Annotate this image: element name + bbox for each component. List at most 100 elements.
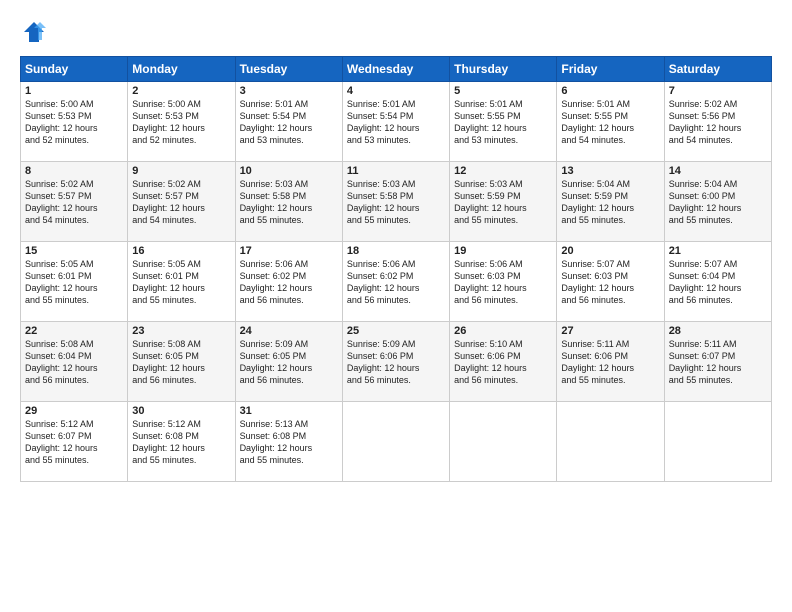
day-number: 19 <box>454 245 552 257</box>
col-header-saturday: Saturday <box>664 57 771 82</box>
calendar-cell: 7Sunrise: 5:02 AM Sunset: 5:56 PM Daylig… <box>664 82 771 162</box>
col-header-thursday: Thursday <box>450 57 557 82</box>
day-number: 27 <box>561 325 659 337</box>
day-number: 22 <box>25 325 123 337</box>
cell-info: Sunrise: 5:10 AM Sunset: 6:06 PM Dayligh… <box>454 338 552 387</box>
day-number: 25 <box>347 325 445 337</box>
day-number: 16 <box>132 245 230 257</box>
calendar-cell: 31Sunrise: 5:13 AM Sunset: 6:08 PM Dayli… <box>235 402 342 482</box>
col-header-sunday: Sunday <box>21 57 128 82</box>
calendar-cell: 19Sunrise: 5:06 AM Sunset: 6:03 PM Dayli… <box>450 242 557 322</box>
day-number: 26 <box>454 325 552 337</box>
day-number: 23 <box>132 325 230 337</box>
calendar-cell: 28Sunrise: 5:11 AM Sunset: 6:07 PM Dayli… <box>664 322 771 402</box>
col-header-monday: Monday <box>128 57 235 82</box>
calendar-cell: 14Sunrise: 5:04 AM Sunset: 6:00 PM Dayli… <box>664 162 771 242</box>
day-number: 4 <box>347 85 445 97</box>
day-number: 10 <box>240 165 338 177</box>
calendar-cell: 11Sunrise: 5:03 AM Sunset: 5:58 PM Dayli… <box>342 162 449 242</box>
page: SundayMondayTuesdayWednesdayThursdayFrid… <box>0 0 792 612</box>
calendar-cell: 3Sunrise: 5:01 AM Sunset: 5:54 PM Daylig… <box>235 82 342 162</box>
calendar-cell: 1Sunrise: 5:00 AM Sunset: 5:53 PM Daylig… <box>21 82 128 162</box>
cell-info: Sunrise: 5:07 AM Sunset: 6:03 PM Dayligh… <box>561 258 659 307</box>
calendar-cell: 5Sunrise: 5:01 AM Sunset: 5:55 PM Daylig… <box>450 82 557 162</box>
calendar-cell: 2Sunrise: 5:00 AM Sunset: 5:53 PM Daylig… <box>128 82 235 162</box>
cell-info: Sunrise: 5:13 AM Sunset: 6:08 PM Dayligh… <box>240 418 338 467</box>
col-header-friday: Friday <box>557 57 664 82</box>
day-number: 7 <box>669 85 767 97</box>
cell-info: Sunrise: 5:06 AM Sunset: 6:03 PM Dayligh… <box>454 258 552 307</box>
cell-info: Sunrise: 5:06 AM Sunset: 6:02 PM Dayligh… <box>347 258 445 307</box>
cell-info: Sunrise: 5:00 AM Sunset: 5:53 PM Dayligh… <box>25 98 123 147</box>
cell-info: Sunrise: 5:01 AM Sunset: 5:55 PM Dayligh… <box>561 98 659 147</box>
col-header-wednesday: Wednesday <box>342 57 449 82</box>
day-number: 6 <box>561 85 659 97</box>
calendar-cell: 22Sunrise: 5:08 AM Sunset: 6:04 PM Dayli… <box>21 322 128 402</box>
calendar-cell: 15Sunrise: 5:05 AM Sunset: 6:01 PM Dayli… <box>21 242 128 322</box>
calendar-cell: 30Sunrise: 5:12 AM Sunset: 6:08 PM Dayli… <box>128 402 235 482</box>
cell-info: Sunrise: 5:12 AM Sunset: 6:08 PM Dayligh… <box>132 418 230 467</box>
cell-info: Sunrise: 5:05 AM Sunset: 6:01 PM Dayligh… <box>25 258 123 307</box>
cell-info: Sunrise: 5:03 AM Sunset: 5:59 PM Dayligh… <box>454 178 552 227</box>
day-number: 21 <box>669 245 767 257</box>
calendar-cell <box>450 402 557 482</box>
day-number: 8 <box>25 165 123 177</box>
day-number: 14 <box>669 165 767 177</box>
col-header-tuesday: Tuesday <box>235 57 342 82</box>
calendar-cell: 18Sunrise: 5:06 AM Sunset: 6:02 PM Dayli… <box>342 242 449 322</box>
calendar: SundayMondayTuesdayWednesdayThursdayFrid… <box>20 56 772 482</box>
cell-info: Sunrise: 5:09 AM Sunset: 6:06 PM Dayligh… <box>347 338 445 387</box>
cell-info: Sunrise: 5:00 AM Sunset: 5:53 PM Dayligh… <box>132 98 230 147</box>
day-number: 13 <box>561 165 659 177</box>
cell-info: Sunrise: 5:03 AM Sunset: 5:58 PM Dayligh… <box>240 178 338 227</box>
calendar-cell: 23Sunrise: 5:08 AM Sunset: 6:05 PM Dayli… <box>128 322 235 402</box>
cell-info: Sunrise: 5:01 AM Sunset: 5:54 PM Dayligh… <box>347 98 445 147</box>
calendar-cell: 25Sunrise: 5:09 AM Sunset: 6:06 PM Dayli… <box>342 322 449 402</box>
day-number: 2 <box>132 85 230 97</box>
day-number: 31 <box>240 405 338 417</box>
calendar-week-1: 1Sunrise: 5:00 AM Sunset: 5:53 PM Daylig… <box>21 82 772 162</box>
cell-info: Sunrise: 5:04 AM Sunset: 6:00 PM Dayligh… <box>669 178 767 227</box>
day-number: 1 <box>25 85 123 97</box>
day-number: 15 <box>25 245 123 257</box>
day-number: 24 <box>240 325 338 337</box>
calendar-cell: 12Sunrise: 5:03 AM Sunset: 5:59 PM Dayli… <box>450 162 557 242</box>
cell-info: Sunrise: 5:02 AM Sunset: 5:57 PM Dayligh… <box>25 178 123 227</box>
calendar-cell: 9Sunrise: 5:02 AM Sunset: 5:57 PM Daylig… <box>128 162 235 242</box>
day-number: 9 <box>132 165 230 177</box>
cell-info: Sunrise: 5:01 AM Sunset: 5:55 PM Dayligh… <box>454 98 552 147</box>
cell-info: Sunrise: 5:06 AM Sunset: 6:02 PM Dayligh… <box>240 258 338 307</box>
logo-icon <box>20 18 48 46</box>
calendar-cell <box>557 402 664 482</box>
calendar-cell: 8Sunrise: 5:02 AM Sunset: 5:57 PM Daylig… <box>21 162 128 242</box>
calendar-cell: 26Sunrise: 5:10 AM Sunset: 6:06 PM Dayli… <box>450 322 557 402</box>
calendar-cell: 4Sunrise: 5:01 AM Sunset: 5:54 PM Daylig… <box>342 82 449 162</box>
calendar-week-5: 29Sunrise: 5:12 AM Sunset: 6:07 PM Dayli… <box>21 402 772 482</box>
cell-info: Sunrise: 5:08 AM Sunset: 6:05 PM Dayligh… <box>132 338 230 387</box>
day-number: 5 <box>454 85 552 97</box>
logo <box>20 18 54 46</box>
calendar-cell: 16Sunrise: 5:05 AM Sunset: 6:01 PM Dayli… <box>128 242 235 322</box>
calendar-cell: 21Sunrise: 5:07 AM Sunset: 6:04 PM Dayli… <box>664 242 771 322</box>
day-number: 17 <box>240 245 338 257</box>
cell-info: Sunrise: 5:03 AM Sunset: 5:58 PM Dayligh… <box>347 178 445 227</box>
cell-info: Sunrise: 5:11 AM Sunset: 6:06 PM Dayligh… <box>561 338 659 387</box>
day-number: 28 <box>669 325 767 337</box>
header <box>20 18 772 46</box>
calendar-cell: 24Sunrise: 5:09 AM Sunset: 6:05 PM Dayli… <box>235 322 342 402</box>
day-number: 29 <box>25 405 123 417</box>
day-number: 11 <box>347 165 445 177</box>
cell-info: Sunrise: 5:09 AM Sunset: 6:05 PM Dayligh… <box>240 338 338 387</box>
cell-info: Sunrise: 5:08 AM Sunset: 6:04 PM Dayligh… <box>25 338 123 387</box>
calendar-cell: 10Sunrise: 5:03 AM Sunset: 5:58 PM Dayli… <box>235 162 342 242</box>
cell-info: Sunrise: 5:01 AM Sunset: 5:54 PM Dayligh… <box>240 98 338 147</box>
day-number: 18 <box>347 245 445 257</box>
day-number: 12 <box>454 165 552 177</box>
calendar-cell: 6Sunrise: 5:01 AM Sunset: 5:55 PM Daylig… <box>557 82 664 162</box>
calendar-cell: 29Sunrise: 5:12 AM Sunset: 6:07 PM Dayli… <box>21 402 128 482</box>
cell-info: Sunrise: 5:04 AM Sunset: 5:59 PM Dayligh… <box>561 178 659 227</box>
calendar-header-row: SundayMondayTuesdayWednesdayThursdayFrid… <box>21 57 772 82</box>
calendar-cell: 13Sunrise: 5:04 AM Sunset: 5:59 PM Dayli… <box>557 162 664 242</box>
cell-info: Sunrise: 5:05 AM Sunset: 6:01 PM Dayligh… <box>132 258 230 307</box>
calendar-cell <box>342 402 449 482</box>
